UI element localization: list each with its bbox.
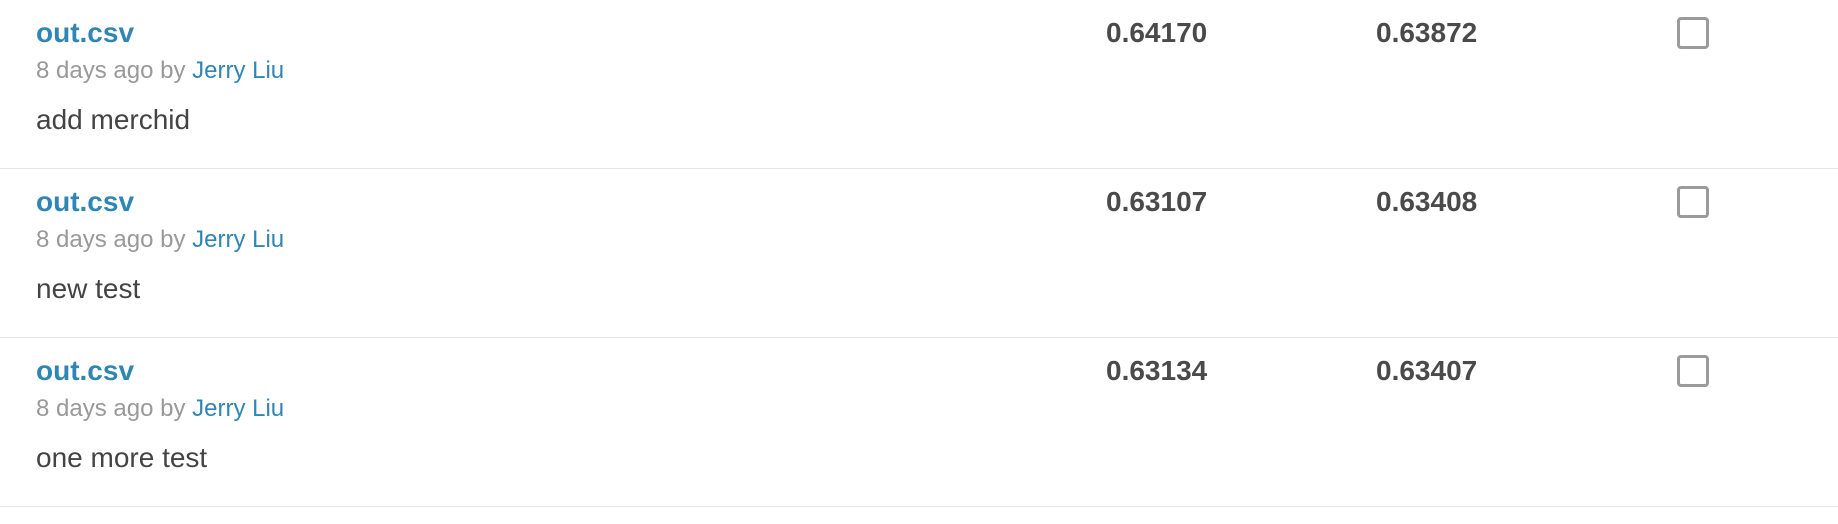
submission-time: 8 days ago (36, 226, 154, 253)
submission-by-label: by (160, 57, 186, 84)
submission-description: one more test (36, 442, 208, 473)
use-for-final-score-checkbox[interactable] (1677, 186, 1709, 218)
submission-time: 8 days ago (36, 395, 154, 422)
submission-row: out.csv 8 days ago by Jerry Liu one more… (0, 338, 1838, 507)
public-score: 0.63872 (1376, 17, 1478, 48)
private-score: 0.63134 (1106, 355, 1208, 386)
submission-time: 8 days ago (36, 57, 154, 84)
submission-by-label: by (160, 395, 186, 422)
submission-author-link[interactable]: Jerry Liu (192, 57, 284, 84)
submission-file-link[interactable]: out.csv (36, 354, 134, 388)
submission-meta: 8 days ago by Jerry Liu (36, 394, 284, 424)
submission-meta: 8 days ago by Jerry Liu (36, 56, 284, 86)
submission-description: add merchid (36, 104, 191, 135)
submission-row: out.csv 8 days ago by Jerry Liu add merc… (0, 0, 1838, 169)
submission-description: new test (36, 273, 141, 304)
submission-file-link[interactable]: out.csv (36, 16, 134, 50)
public-score: 0.63408 (1376, 186, 1478, 217)
public-score: 0.63407 (1376, 355, 1478, 386)
submission-meta: 8 days ago by Jerry Liu (36, 225, 284, 255)
private-score: 0.64170 (1106, 17, 1208, 48)
submission-author-link[interactable]: Jerry Liu (192, 395, 284, 422)
submission-row: out.csv 8 days ago by Jerry Liu new test… (0, 169, 1838, 338)
use-for-final-score-checkbox[interactable] (1677, 17, 1709, 49)
private-score: 0.63107 (1106, 186, 1208, 217)
submission-by-label: by (160, 226, 186, 253)
submission-file-link[interactable]: out.csv (36, 185, 134, 219)
submissions-list: out.csv 8 days ago by Jerry Liu add merc… (0, 0, 1838, 507)
use-for-final-score-checkbox[interactable] (1677, 355, 1709, 387)
submission-author-link[interactable]: Jerry Liu (192, 226, 284, 253)
